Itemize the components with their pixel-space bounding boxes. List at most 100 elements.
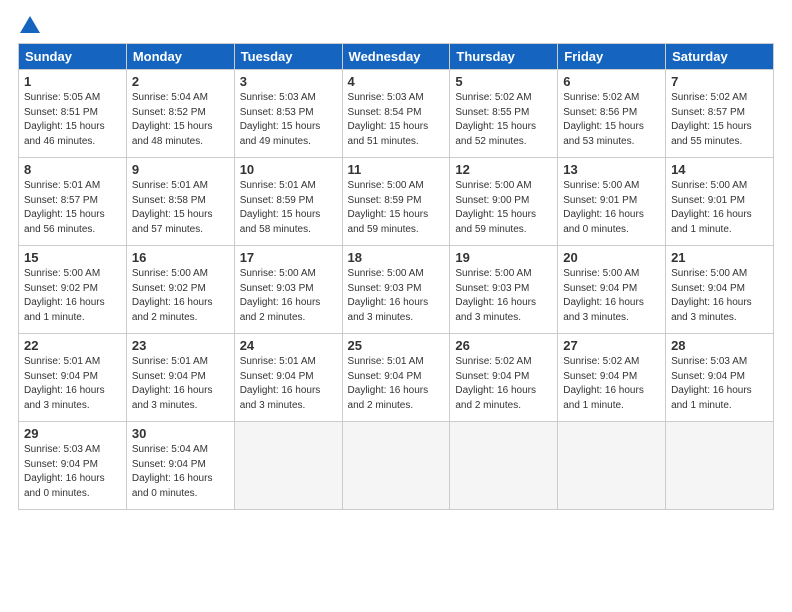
calendar-day-cell: 27 Sunrise: 5:02 AMSunset: 9:04 PMDayligh… [558,334,666,422]
calendar-day-cell: 28Sunrise: 5:03 AMSunset: 9:04 PMDayligh… [666,334,774,422]
day-number: 12 [455,162,552,177]
calendar-week-row: 22 Sunrise: 5:01 AMSunset: 9:04 PMDayligh… [19,334,774,422]
calendar-week-row: 8 Sunrise: 5:01 AMSunset: 8:57 PMDaylight… [19,158,774,246]
day-info: Sunrise: 5:00 AMSunset: 9:02 PMDaylight:… [132,267,229,325]
calendar-day-cell: 16 Sunrise: 5:00 AMSunset: 9:02 PMDayligh… [126,246,234,334]
calendar-day-cell: 9 Sunrise: 5:01 AMSunset: 8:58 PMDaylight… [126,158,234,246]
calendar-day-header: Sunday [19,44,127,70]
day-number: 9 [132,162,229,177]
day-number: 15 [24,250,121,265]
day-info: Sunrise: 5:01 AMSunset: 9:04 PMDaylight:… [348,355,445,413]
day-number: 7 [671,74,768,89]
day-info: Sunrise: 5:03 AMSunset: 8:53 PMDaylight:… [240,91,337,149]
page: SundayMondayTuesdayWednesdayThursdayFrid… [0,0,792,612]
header [18,18,774,33]
day-info: Sunrise: 5:01 AMSunset: 9:04 PMDaylight:… [240,355,337,413]
calendar-day-cell: 19Sunrise: 5:00 AMSunset: 9:03 PMDayligh… [450,246,558,334]
day-info: Sunrise: 5:00 AMSunset: 9:03 PMDaylight:… [455,267,552,325]
calendar-day-cell: 8 Sunrise: 5:01 AMSunset: 8:57 PMDaylight… [19,158,127,246]
calendar-day-header: Monday [126,44,234,70]
day-number: 3 [240,74,337,89]
calendar-day-cell: 10 Sunrise: 5:01 AMSunset: 8:59 PMDayligh… [234,158,342,246]
calendar-day-header: Thursday [450,44,558,70]
calendar-day-cell: 20 Sunrise: 5:00 AMSunset: 9:04 PMDayligh… [558,246,666,334]
day-info: Sunrise: 5:00 AMSunset: 9:01 PMDaylight:… [671,179,768,237]
calendar-day-cell: 12 Sunrise: 5:00 AMSunset: 9:00 PMDayligh… [450,158,558,246]
day-info: Sunrise: 5:01 AMSunset: 8:57 PMDaylight:… [24,179,121,237]
calendar-day-cell [666,422,774,510]
day-number: 8 [24,162,121,177]
calendar-day-cell: 24 Sunrise: 5:01 AMSunset: 9:04 PMDayligh… [234,334,342,422]
calendar-day-cell: 22 Sunrise: 5:01 AMSunset: 9:04 PMDayligh… [19,334,127,422]
day-info: Sunrise: 5:00 AMSunset: 9:04 PMDaylight:… [563,267,660,325]
calendar: SundayMondayTuesdayWednesdayThursdayFrid… [18,43,774,510]
day-number: 10 [240,162,337,177]
day-number: 4 [348,74,445,89]
calendar-week-row: 15 Sunrise: 5:00 AMSunset: 9:02 PMDayligh… [19,246,774,334]
day-info: Sunrise: 5:02 AMSunset: 9:04 PMDaylight:… [563,355,660,413]
day-number: 23 [132,338,229,353]
day-info: Sunrise: 5:00 AMSunset: 9:04 PMDaylight:… [671,267,768,325]
calendar-day-header: Saturday [666,44,774,70]
calendar-day-cell: 2Sunrise: 5:04 AMSunset: 8:52 PMDaylight… [126,70,234,158]
day-info: Sunrise: 5:02 AMSunset: 8:55 PMDaylight:… [455,91,552,149]
logo-triangle-icon [20,16,40,33]
day-number: 25 [348,338,445,353]
day-info: Sunrise: 5:02 AMSunset: 8:56 PMDaylight:… [563,91,660,149]
day-number: 16 [132,250,229,265]
calendar-week-row: 1 Sunrise: 5:05 AMSunset: 8:51 PMDaylight… [19,70,774,158]
calendar-header-row: SundayMondayTuesdayWednesdayThursdayFrid… [19,44,774,70]
day-number: 27 [563,338,660,353]
day-info: Sunrise: 5:02 AMSunset: 8:57 PMDaylight:… [671,91,768,149]
day-number: 5 [455,74,552,89]
day-number: 13 [563,162,660,177]
calendar-day-cell: 17 Sunrise: 5:00 AMSunset: 9:03 PMDayligh… [234,246,342,334]
calendar-day-cell: 6 Sunrise: 5:02 AMSunset: 8:56 PMDaylight… [558,70,666,158]
calendar-day-cell: 23 Sunrise: 5:01 AMSunset: 9:04 PMDayligh… [126,334,234,422]
day-info: Sunrise: 5:00 AMSunset: 9:03 PMDaylight:… [348,267,445,325]
calendar-day-cell: 18 Sunrise: 5:00 AMSunset: 9:03 PMDayligh… [342,246,450,334]
day-info: Sunrise: 5:01 AMSunset: 8:58 PMDaylight:… [132,179,229,237]
day-info: Sunrise: 5:00 AMSunset: 9:00 PMDaylight:… [455,179,552,237]
day-info: Sunrise: 5:03 AMSunset: 9:04 PMDaylight:… [24,443,121,501]
day-info: Sunrise: 5:00 AMSunset: 8:59 PMDaylight:… [348,179,445,237]
day-number: 18 [348,250,445,265]
day-number: 14 [671,162,768,177]
day-info: Sunrise: 5:01 AMSunset: 8:59 PMDaylight:… [240,179,337,237]
day-info: Sunrise: 5:02 AMSunset: 9:04 PMDaylight:… [455,355,552,413]
day-number: 6 [563,74,660,89]
day-number: 26 [455,338,552,353]
day-number: 22 [24,338,121,353]
calendar-week-row: 29 Sunrise: 5:03 AMSunset: 9:04 PMDayligh… [19,422,774,510]
day-number: 29 [24,426,121,441]
day-info: Sunrise: 5:01 AMSunset: 9:04 PMDaylight:… [132,355,229,413]
calendar-day-header: Friday [558,44,666,70]
day-number: 28 [671,338,768,353]
day-number: 21 [671,250,768,265]
day-info: Sunrise: 5:00 AMSunset: 9:02 PMDaylight:… [24,267,121,325]
day-info: Sunrise: 5:01 AMSunset: 9:04 PMDaylight:… [24,355,121,413]
calendar-day-cell: 25 Sunrise: 5:01 AMSunset: 9:04 PMDayligh… [342,334,450,422]
day-number: 1 [24,74,121,89]
day-number: 17 [240,250,337,265]
day-info: Sunrise: 5:00 AMSunset: 9:03 PMDaylight:… [240,267,337,325]
day-number: 24 [240,338,337,353]
calendar-day-cell: 15 Sunrise: 5:00 AMSunset: 9:02 PMDayligh… [19,246,127,334]
calendar-day-cell [558,422,666,510]
calendar-day-cell: 1 Sunrise: 5:05 AMSunset: 8:51 PMDaylight… [19,70,127,158]
day-number: 20 [563,250,660,265]
day-info: Sunrise: 5:04 AMSunset: 8:52 PMDaylight:… [132,91,229,149]
day-info: Sunrise: 5:04 AMSunset: 9:04 PMDaylight:… [132,443,229,501]
calendar-day-cell: 13 Sunrise: 5:00 AMSunset: 9:01 PMDayligh… [558,158,666,246]
day-info: Sunrise: 5:03 AMSunset: 8:54 PMDaylight:… [348,91,445,149]
day-info: Sunrise: 5:05 AMSunset: 8:51 PMDaylight:… [24,91,121,149]
calendar-day-cell: 14 Sunrise: 5:00 AMSunset: 9:01 PMDayligh… [666,158,774,246]
calendar-day-cell [234,422,342,510]
calendar-day-cell: 11 Sunrise: 5:00 AMSunset: 8:59 PMDayligh… [342,158,450,246]
day-number: 11 [348,162,445,177]
calendar-day-cell [450,422,558,510]
day-info: Sunrise: 5:00 AMSunset: 9:01 PMDaylight:… [563,179,660,237]
logo [18,18,40,33]
calendar-day-cell: 3 Sunrise: 5:03 AMSunset: 8:53 PMDaylight… [234,70,342,158]
calendar-day-cell: 5 Sunrise: 5:02 AMSunset: 8:55 PMDaylight… [450,70,558,158]
